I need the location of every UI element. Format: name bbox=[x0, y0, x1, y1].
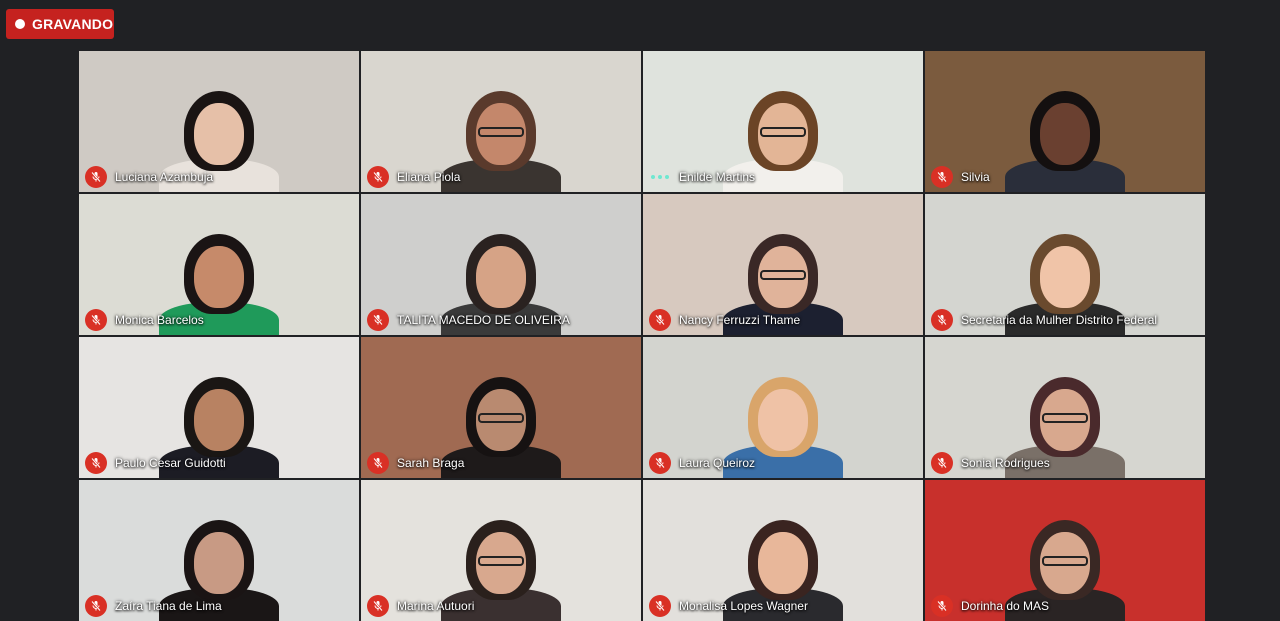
participant-name-row: Nancy Ferruzzi Thame bbox=[649, 309, 800, 331]
participant-tile[interactable]: Marina Autuori bbox=[361, 480, 641, 621]
participant-name: Luciana Azambuja bbox=[115, 170, 214, 184]
participant-tile[interactable]: Dorinha do MAS bbox=[925, 480, 1205, 621]
mic-muted-icon bbox=[649, 452, 671, 474]
participant-name-row: Zaíra Tiana de Lima bbox=[85, 595, 222, 617]
participant-name: TALITA MACEDO DE OLIVEIRA bbox=[397, 313, 570, 327]
mic-muted-icon bbox=[649, 309, 671, 331]
participant-name: Laura Queiroz bbox=[679, 456, 756, 470]
participant-tile[interactable]: Eliana Piola bbox=[361, 51, 641, 192]
participant-tile[interactable]: Paulo Cesar Guidotti bbox=[79, 337, 359, 478]
mic-muted-icon bbox=[85, 595, 107, 617]
participant-name-row: Secretaria da Mulher Distrito Federal bbox=[931, 309, 1157, 331]
mic-muted-icon bbox=[649, 595, 671, 617]
participant-name: Zaíra Tiana de Lima bbox=[115, 599, 222, 613]
participant-name: Nancy Ferruzzi Thame bbox=[679, 313, 801, 327]
mic-muted-icon bbox=[85, 452, 107, 474]
participant-name-row: Monalisa Lopes Wagner bbox=[649, 595, 808, 617]
participant-video-figure bbox=[990, 51, 1140, 192]
participant-tile[interactable]: Laura Queiroz bbox=[643, 337, 923, 478]
participant-name: Marina Autuori bbox=[397, 599, 475, 613]
participant-tile[interactable]: Monalisa Lopes Wagner bbox=[643, 480, 923, 621]
participant-name: Paulo Cesar Guidotti bbox=[115, 456, 226, 470]
mic-muted-icon bbox=[85, 166, 107, 188]
participant-tile[interactable]: Nancy Ferruzzi Thame bbox=[643, 194, 923, 335]
participant-tile[interactable]: Secretaria da Mulher Distrito Federal bbox=[925, 194, 1205, 335]
mic-muted-icon bbox=[931, 309, 953, 331]
participant-name-row: Silvia bbox=[931, 166, 990, 188]
participant-tile[interactable]: Zaíra Tiana de Lima bbox=[79, 480, 359, 621]
speaking-indicator-icon bbox=[649, 166, 671, 188]
participant-tile[interactable]: Monica Barcelos bbox=[79, 194, 359, 335]
mic-muted-icon bbox=[931, 452, 953, 474]
recording-badge: GRAVANDO bbox=[6, 9, 114, 39]
participant-grid: Luciana Azambuja Eliana Piola Enilde Marti… bbox=[79, 51, 1205, 621]
participant-tile[interactable]: Sarah Braga bbox=[361, 337, 641, 478]
participant-name-row: Enilde Martins bbox=[649, 166, 755, 188]
mic-muted-icon bbox=[367, 309, 389, 331]
mic-muted-icon bbox=[85, 309, 107, 331]
mic-muted-icon bbox=[367, 452, 389, 474]
mic-muted-icon bbox=[931, 595, 953, 617]
mic-muted-icon bbox=[931, 166, 953, 188]
participant-name-row: Luciana Azambuja bbox=[85, 166, 213, 188]
participant-name: Sonia Rodrigues bbox=[961, 456, 1050, 470]
participant-tile[interactable]: Luciana Azambuja bbox=[79, 51, 359, 192]
participant-name: Monica Barcelos bbox=[115, 313, 204, 327]
participant-name-row: Marina Autuori bbox=[367, 595, 474, 617]
participant-name-row: Sarah Braga bbox=[367, 452, 464, 474]
participant-name-row: Monica Barcelos bbox=[85, 309, 204, 331]
participant-name: Eliana Piola bbox=[397, 170, 461, 184]
participant-name: Dorinha do MAS bbox=[961, 599, 1050, 613]
participant-name-row: Sonia Rodrigues bbox=[931, 452, 1050, 474]
participant-tile[interactable]: Enilde Martins bbox=[643, 51, 923, 192]
meeting-stage: GRAVANDO Luciana Azambuja Eliana Piola Eni… bbox=[0, 0, 1280, 621]
recording-dot-icon bbox=[15, 19, 25, 29]
participant-name: Monalisa Lopes Wagner bbox=[679, 599, 808, 613]
participant-name-row: Paulo Cesar Guidotti bbox=[85, 452, 226, 474]
recording-label: GRAVANDO bbox=[32, 16, 114, 32]
participant-tile[interactable]: Silvia bbox=[925, 51, 1205, 192]
participant-tile[interactable]: TALITA MACEDO DE OLIVEIRA bbox=[361, 194, 641, 335]
participant-name: Sarah Braga bbox=[397, 456, 465, 470]
participant-name-row: Eliana Piola bbox=[367, 166, 460, 188]
participant-name-row: TALITA MACEDO DE OLIVEIRA bbox=[367, 309, 570, 331]
participant-name-row: Dorinha do MAS bbox=[931, 595, 1049, 617]
participant-name: Silvia bbox=[961, 170, 990, 184]
participant-tile[interactable]: Sonia Rodrigues bbox=[925, 337, 1205, 478]
mic-muted-icon bbox=[367, 595, 389, 617]
participant-name-row: Laura Queiroz bbox=[649, 452, 755, 474]
participant-name: Secretaria da Mulher Distrito Federal bbox=[961, 313, 1158, 327]
mic-muted-icon bbox=[367, 166, 389, 188]
participant-name: Enilde Martins bbox=[679, 170, 756, 184]
